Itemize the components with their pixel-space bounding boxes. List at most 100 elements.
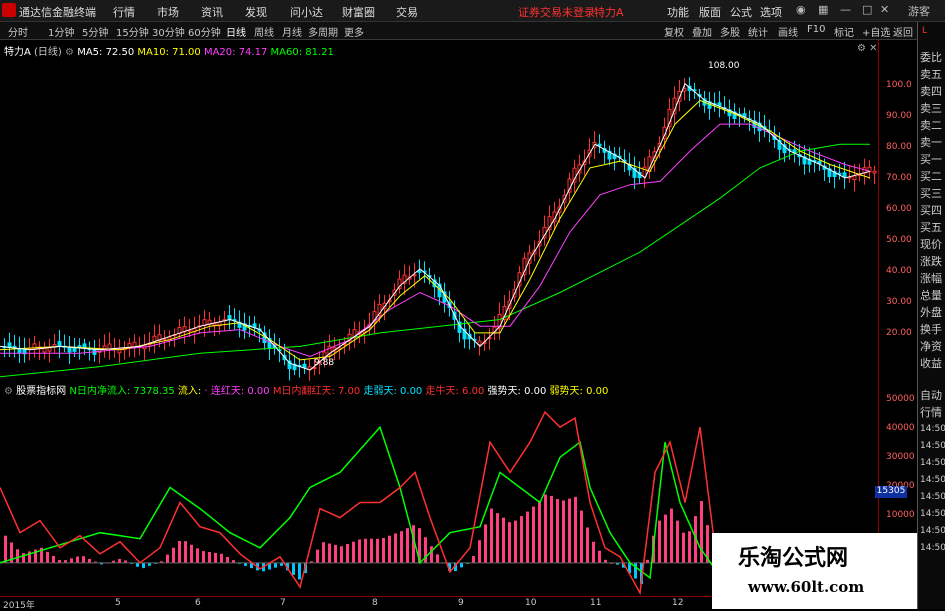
- period-toolbar: 分时 1分钟 5分钟 15分钟 30分钟 60分钟 日线 周线 月线 多周期 更…: [0, 22, 945, 40]
- indicator-bar: [322, 542, 325, 563]
- period-60min[interactable]: 60分钟: [188, 24, 221, 39]
- candle-body: [57, 341, 62, 348]
- indicator-bar: [430, 546, 433, 563]
- period-more[interactable]: 更多: [344, 24, 364, 39]
- date-11: 11: [590, 598, 602, 608]
- watermark-url: www.60lt.com: [748, 578, 865, 596]
- menu-zixun[interactable]: 资讯: [201, 4, 223, 20]
- tool-zixuan[interactable]: +自选: [862, 24, 890, 39]
- stock-name: 特力A: [594, 6, 624, 19]
- indicator-bar: [484, 524, 487, 563]
- tool-fanhui[interactable]: 返回: [893, 24, 913, 39]
- period-1min[interactable]: 1分钟: [48, 24, 74, 39]
- indicator-bar: [562, 500, 565, 563]
- indicator-bar: [508, 522, 511, 563]
- indicator-bar: [274, 562, 277, 568]
- indicator-bar: [556, 499, 559, 563]
- indicator-bar: [574, 496, 577, 563]
- period-weekly[interactable]: 周线: [254, 24, 274, 39]
- maximize-icon[interactable]: □: [862, 3, 872, 16]
- flow-line-red: [0, 410, 716, 595]
- quote-label: 现价: [920, 238, 942, 251]
- date-10: 10: [525, 598, 537, 608]
- indicator-bar: [166, 554, 169, 563]
- tool-biaoji[interactable]: 标记: [834, 24, 854, 39]
- indicator-bar: [4, 535, 7, 563]
- minimize-icon[interactable]: —: [840, 3, 851, 16]
- candle-body: [852, 175, 857, 181]
- menu-banmian[interactable]: 版面: [699, 4, 721, 20]
- candle-body: [792, 149, 797, 153]
- period-15min[interactable]: 15分钟: [116, 24, 149, 39]
- indicator-bar: [532, 506, 535, 563]
- indicator-bar: [226, 556, 229, 563]
- menu-gongshi[interactable]: 公式: [730, 4, 752, 20]
- indicator-bar: [118, 558, 121, 563]
- menu-caifuquan[interactable]: 财富圈: [342, 4, 375, 20]
- tool-duogu[interactable]: 多股: [720, 24, 740, 39]
- ma20-line: [0, 123, 871, 358]
- indicator-bar: [670, 508, 673, 563]
- ytick-100: 100.0: [886, 80, 912, 90]
- indicator-bar: [346, 544, 349, 563]
- indicator-bar: [352, 541, 355, 563]
- app-title: 通达信金融终端: [19, 6, 96, 19]
- indicator-bar: [520, 516, 523, 563]
- ind-tick-30000: 30000: [886, 452, 915, 462]
- price-chart[interactable]: 108.00 9.88: [0, 40, 880, 382]
- quote-label: 买二: [920, 170, 942, 183]
- tool-tongji[interactable]: 统计: [748, 24, 768, 39]
- quote-time: 14:50: [920, 441, 945, 451]
- indicator-bar: [544, 494, 547, 563]
- quote-label: 卖四: [920, 85, 942, 98]
- high-annotation: 108.00: [708, 61, 740, 71]
- indicator-bar: [568, 498, 571, 563]
- indicator-bar: [328, 543, 331, 563]
- period-30min[interactable]: 30分钟: [152, 24, 185, 39]
- tool-fuquan[interactable]: 复权: [664, 24, 684, 39]
- indicator-bar: [136, 562, 139, 567]
- date-12: 12: [672, 598, 684, 608]
- quote-time: 14:50: [920, 492, 945, 502]
- candle-body: [417, 270, 422, 273]
- indicator-bar: [478, 540, 481, 563]
- candle-body: [47, 347, 52, 352]
- period-5min[interactable]: 5分钟: [82, 24, 108, 39]
- indicator-bar: [676, 520, 679, 563]
- quote-label: 换手: [920, 323, 942, 336]
- menu-xuanxiang[interactable]: 选项: [760, 4, 782, 20]
- tool-huaxian[interactable]: 画线: [778, 24, 798, 39]
- indicator-bar: [184, 541, 187, 563]
- menu-gongneng[interactable]: 功能: [667, 4, 689, 20]
- period-monthly[interactable]: 月线: [282, 24, 302, 39]
- indicator-bar: [688, 531, 691, 563]
- period-multi[interactable]: 多周期: [308, 24, 338, 39]
- candle-body: [842, 172, 847, 178]
- ma10-line: [0, 99, 871, 361]
- menu-shichang[interactable]: 市场: [157, 4, 179, 20]
- close-icon[interactable]: ✕: [880, 3, 889, 16]
- indicator-bar: [172, 547, 175, 563]
- quote-label: 买四: [920, 204, 942, 217]
- period-fenshi[interactable]: 分时: [8, 24, 28, 39]
- tool-f10[interactable]: F10: [807, 24, 825, 35]
- candle-body: [642, 166, 647, 177]
- indicator-bar: [376, 538, 379, 563]
- tool-diejia[interactable]: 叠加: [692, 24, 712, 39]
- ma60-line: [0, 143, 870, 378]
- indicator-bar: [664, 514, 667, 563]
- menu-hangqing[interactable]: 行情: [113, 4, 135, 20]
- menu-faxian[interactable]: 发现: [245, 4, 267, 20]
- candle-body: [682, 88, 687, 92]
- menu-wenxiaoda[interactable]: 问小达: [290, 4, 323, 20]
- menu-jiaoyi[interactable]: 交易: [396, 4, 418, 20]
- user-icon[interactable]: ◉: [796, 3, 806, 16]
- guest-label[interactable]: 游客: [897, 3, 941, 19]
- grid-icon[interactable]: ▦: [818, 3, 828, 16]
- period-daily[interactable]: 日线: [226, 24, 246, 39]
- indicator-bar: [52, 555, 55, 563]
- indicator-bar: [16, 549, 19, 563]
- candle-body: [7, 342, 12, 348]
- candle-body: [107, 343, 112, 350]
- indicator-bar: [490, 508, 493, 563]
